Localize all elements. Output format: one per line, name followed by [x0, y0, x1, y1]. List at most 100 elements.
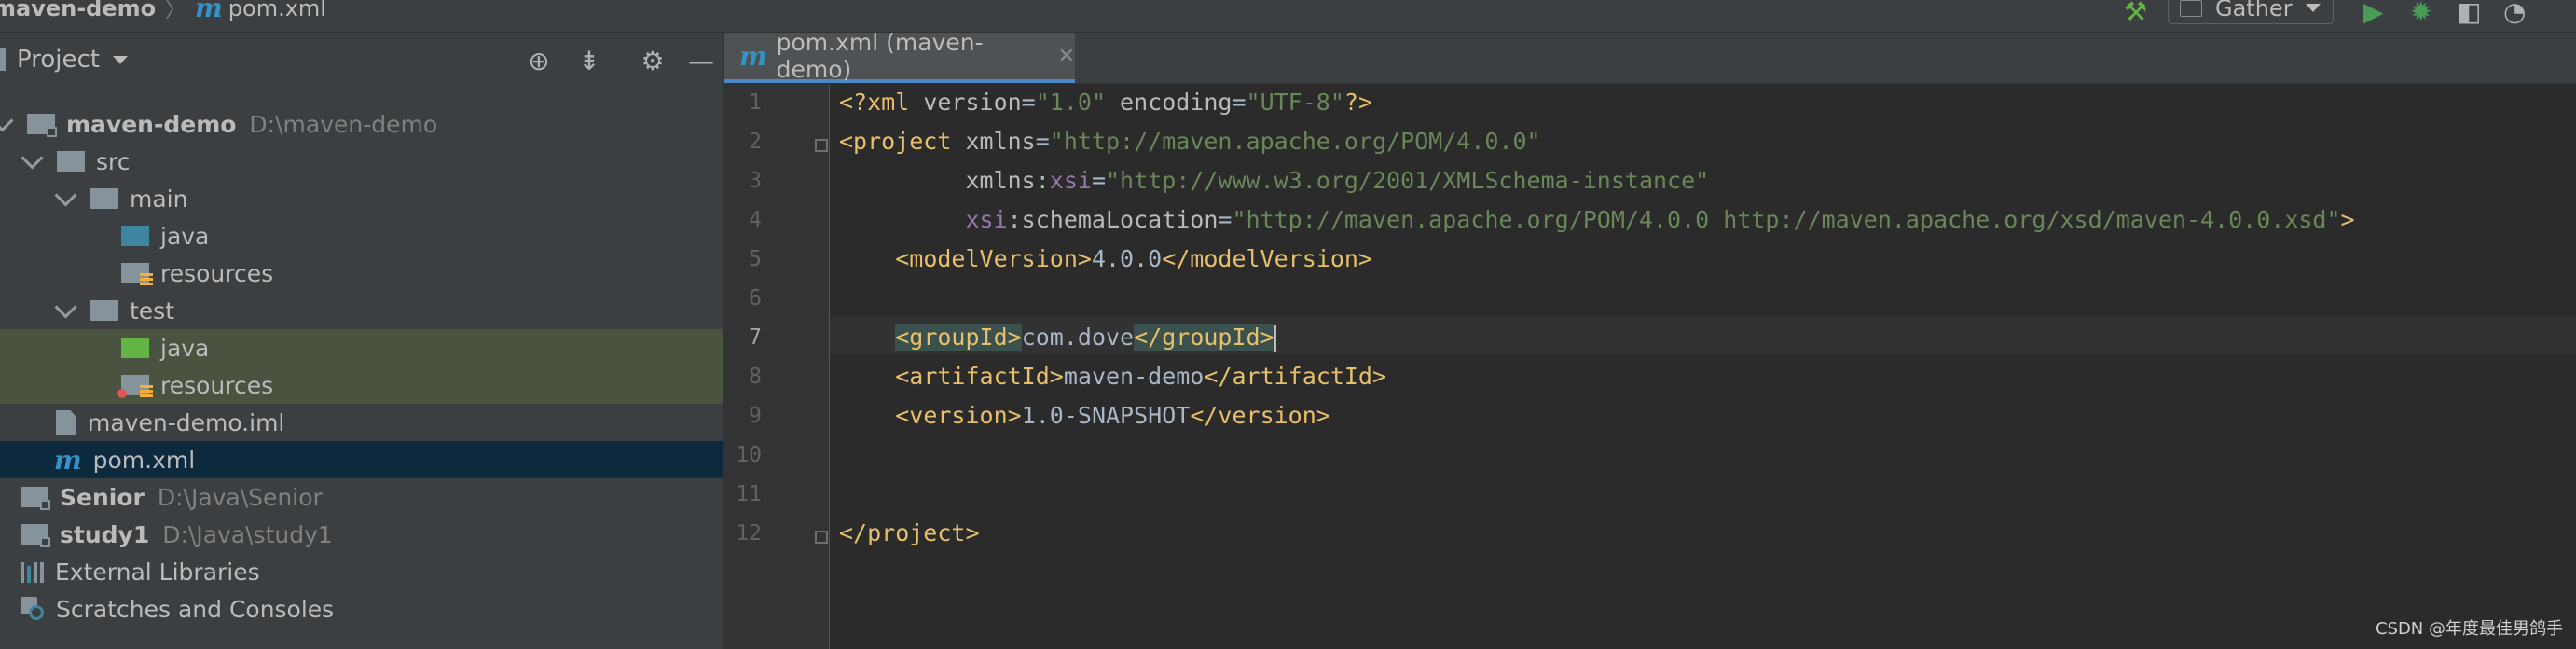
tree-item-test-resources[interactable]: resources — [0, 366, 723, 404]
tree-item-senior[interactable]: Senior D:\Java\Senior — [0, 478, 723, 516]
navigation-bar: maven-demo 〉 m pom.xml ⚒ Gather ▶ ✹ ◧ ◔ — [0, 0, 2576, 33]
project-view-selector[interactable]: Project — [0, 46, 128, 74]
line-number: 1 — [749, 90, 762, 115]
tag-open: <version> — [895, 402, 1022, 429]
tree-item-label: src — [96, 147, 131, 175]
breadcrumb-project[interactable]: maven-demo — [0, 0, 156, 21]
maven-file-icon: m — [54, 444, 82, 476]
line-number: 8 — [749, 365, 762, 389]
project-panel-header: Project ⊕ ⇟ ⚙ — — [0, 33, 723, 90]
tree-item-test-java[interactable]: java — [0, 329, 723, 366]
tree-item-study1[interactable]: study1 D:\Java\study1 — [0, 516, 723, 553]
code-line-2: <project xmlns="http://maven.apache.org/… — [839, 123, 1541, 160]
tree-item-path: D:\maven-demo — [249, 110, 438, 138]
folder-icon — [90, 187, 118, 210]
maven-file-icon: m — [195, 0, 223, 23]
gear-icon[interactable]: ⚙ — [636, 44, 669, 77]
tag-close: </project> — [839, 519, 980, 546]
tag-close: > — [2340, 206, 2355, 233]
chevron-down-icon[interactable] — [21, 145, 44, 170]
fold-marker-icon[interactable] — [815, 531, 828, 544]
project-panel-title: Project — [17, 46, 100, 74]
tag-open-matched: <groupId> — [895, 324, 1022, 351]
folder-icon — [90, 299, 118, 322]
code-line-9: <version>1.0-SNAPSHOT</version> — [839, 397, 1330, 435]
tree-item-test[interactable]: test — [0, 292, 723, 329]
line-number: 10 — [736, 443, 762, 467]
tag-text: 4.0.0 — [1091, 245, 1163, 272]
attr-value: "http://www.w3.org/2001/XMLSchema-instan… — [1106, 167, 1710, 194]
namespace: xsi — [965, 206, 1008, 233]
project-panel-icon — [0, 48, 6, 71]
tag-open: <project — [839, 128, 966, 155]
folder-icon — [57, 150, 85, 173]
collapse-all-icon[interactable]: ⇟ — [572, 44, 606, 77]
build-hammer-icon[interactable]: ⚒ — [2124, 0, 2147, 27]
breadcrumb: maven-demo 〉 m pom.xml — [0, 0, 326, 23]
line-number: 2 — [749, 130, 762, 154]
tree-item-main-java[interactable]: java — [0, 217, 723, 255]
code-editor[interactable]: <?xml version="1.0" encoding="UTF-8"?> <… — [830, 84, 2576, 649]
chevron-down-icon[interactable] — [54, 183, 77, 207]
test-resources-folder-icon — [117, 374, 153, 398]
close-icon[interactable]: ✕ — [1058, 45, 1075, 68]
text-caret — [1274, 324, 1276, 352]
equals: = — [1091, 167, 1106, 194]
tree-item-label: resources — [160, 371, 274, 399]
tag-text: maven-demo — [1063, 363, 1205, 390]
resources-folder-icon — [121, 262, 153, 286]
xml-prolog-close: ?> — [1343, 89, 1372, 116]
tree-item-main-resources[interactable]: resources — [0, 255, 723, 292]
libraries-icon — [21, 560, 44, 583]
module-folder-icon — [21, 523, 50, 547]
tree-item-pom-xml[interactable]: m pom.xml — [0, 441, 723, 478]
tag-close: </modelVersion> — [1162, 245, 1372, 272]
attr-value: "UTF-8" — [1246, 89, 1344, 116]
debug-bug-icon[interactable]: ✹ — [2410, 0, 2431, 27]
tag-text: com.dove — [1021, 324, 1135, 351]
tree-item-label: maven-demo — [66, 110, 237, 138]
tree-item-scratches[interactable]: Scratches and Consoles — [0, 590, 723, 628]
tree-item-iml-file[interactable]: maven-demo.iml — [0, 404, 723, 441]
profile-icon[interactable]: ◔ — [2503, 0, 2526, 27]
breadcrumb-file[interactable]: pom.xml — [228, 0, 326, 21]
tab-label: pom.xml (maven-demo) — [776, 29, 984, 83]
tree-item-label: External Libraries — [55, 558, 260, 586]
xml-prolog-open: <?xml — [839, 89, 924, 116]
tree-item-label: Scratches and Consoles — [56, 595, 335, 623]
hide-panel-icon[interactable]: — — [684, 44, 718, 77]
tree-item-maven-demo[interactable]: maven-demo D:\maven-demo — [0, 105, 723, 143]
run-configuration-select[interactable]: Gather — [2168, 0, 2334, 24]
chevron-down-icon[interactable] — [54, 295, 77, 319]
tree-item-main[interactable]: main — [0, 180, 723, 217]
project-tool-window: Project ⊕ ⇟ ⚙ — maven-demo D:\maven-demo… — [0, 33, 724, 649]
tree-item-src[interactable]: src — [0, 143, 723, 180]
tree-item-path: D:\Java\Senior — [157, 483, 323, 511]
coverage-icon[interactable]: ◧ — [2457, 0, 2481, 27]
tab-pom-xml[interactable]: m pom.xml (maven-demo) ✕ — [724, 29, 1075, 83]
source-folder-icon — [121, 225, 149, 247]
code-line-12: </project> — [839, 515, 980, 552]
scratches-icon — [21, 597, 45, 621]
fold-marker-icon[interactable] — [815, 139, 828, 152]
chevron-down-icon[interactable] — [0, 108, 14, 132]
attr-name: xmlns — [965, 128, 1036, 155]
tag-text: 1.0-SNAPSHOT — [1021, 402, 1191, 429]
equals: = — [1232, 89, 1247, 116]
tag-open: <artifactId> — [895, 363, 1064, 390]
watermark: CSDN @年度最佳男鸽手 — [2375, 619, 2563, 639]
run-icon[interactable]: ▶ — [2363, 0, 2384, 27]
test-source-folder-icon — [121, 337, 149, 359]
attr-name: encoding — [1106, 89, 1233, 116]
tree-item-external-libraries[interactable]: External Libraries — [0, 553, 723, 590]
line-number: 4 — [749, 208, 762, 232]
tree-item-label: study1 — [60, 520, 150, 548]
locate-file-icon[interactable]: ⊕ — [522, 44, 556, 77]
tag-close: </artifactId> — [1204, 363, 1387, 390]
run-configuration-label: Gather — [2215, 0, 2293, 21]
line-number-current: 7 — [749, 325, 762, 350]
code-line-5: <modelVersion>4.0.0</modelVersion> — [839, 241, 1372, 278]
